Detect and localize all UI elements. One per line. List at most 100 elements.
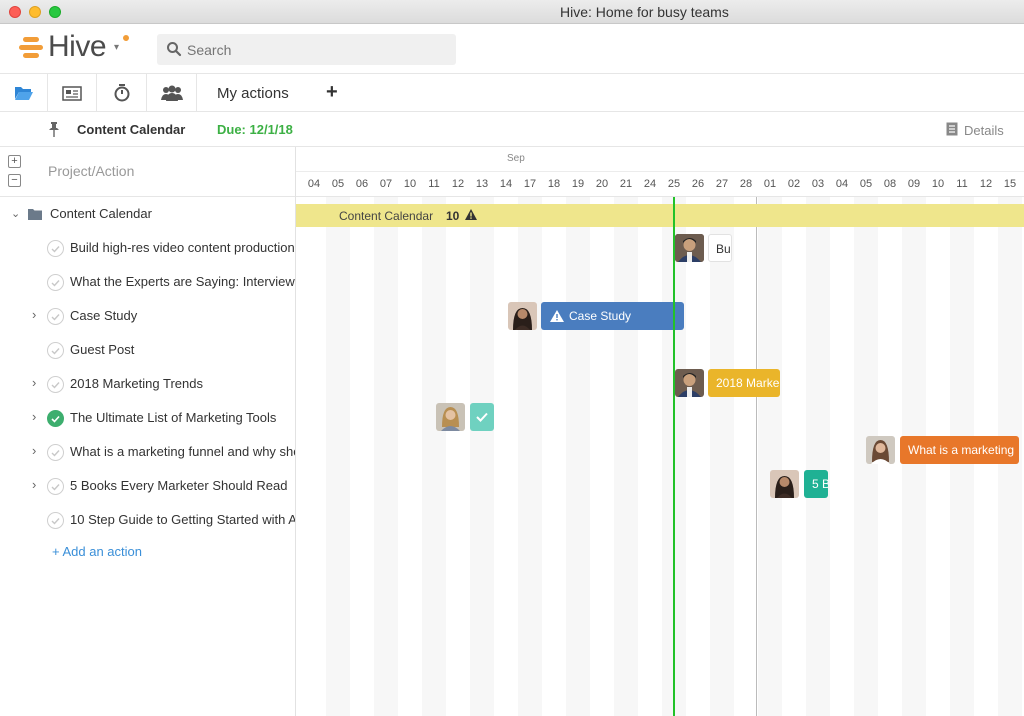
- complete-checkbox[interactable]: [47, 240, 64, 257]
- day-column: [542, 197, 566, 716]
- list-item-label: What the Experts are Saying: Interview: [70, 274, 295, 289]
- pin-icon[interactable]: [48, 122, 60, 137]
- day-column: [734, 197, 758, 716]
- day-label: 26: [691, 178, 705, 190]
- day-column: [398, 197, 422, 716]
- chevron-right-icon[interactable]: ›: [32, 443, 36, 458]
- assignee-avatar[interactable]: [866, 436, 895, 464]
- my-actions-tab[interactable]: My actions: [217, 85, 289, 102]
- assignee-avatar[interactable]: [675, 369, 704, 397]
- column-header-project-action: Project/Action: [48, 163, 135, 179]
- gantt-bar-completed[interactable]: [470, 403, 494, 431]
- chevron-down-icon[interactable]: ⌄: [11, 207, 20, 220]
- notification-dot-icon: [123, 35, 129, 41]
- day-column: [350, 197, 374, 716]
- day-label: 07: [379, 178, 393, 190]
- list-header: + − Project/Action: [0, 147, 295, 197]
- day-column: [326, 197, 350, 716]
- complete-checkbox[interactable]: [47, 512, 64, 529]
- day-column: [518, 197, 542, 716]
- list-item-label: Build high-res video content production: [70, 240, 295, 255]
- hive-logo-icon[interactable]: [19, 37, 43, 59]
- today-marker: [673, 197, 675, 716]
- list-item[interactable]: 10 Step Guide to Getting Started with A: [0, 503, 296, 537]
- list-item[interactable]: Build high-res video content production: [0, 231, 295, 265]
- assignee-avatar[interactable]: [675, 234, 704, 262]
- chevron-right-icon[interactable]: ›: [32, 375, 36, 390]
- projects-view-button[interactable]: [0, 74, 48, 112]
- list-item[interactable]: › Case Study: [0, 299, 295, 333]
- day-label: 04: [835, 178, 849, 190]
- complete-checkbox[interactable]: [47, 342, 64, 359]
- folder-open-icon: [14, 87, 33, 100]
- chevron-right-icon[interactable]: ›: [32, 409, 36, 424]
- gantt-bar-marketing-funnel[interactable]: What is a marketing: [900, 436, 1019, 464]
- gantt-bar[interactable]: Bu: [708, 234, 732, 262]
- minimize-window-button[interactable]: [29, 6, 41, 18]
- timesheet-view-button[interactable]: [97, 74, 147, 112]
- list-item[interactable]: › What is a marketing funnel and why sho: [0, 435, 296, 469]
- day-column: [470, 197, 494, 716]
- collapse-all-button[interactable]: −: [8, 174, 21, 187]
- list-item-label: Case Study: [70, 308, 138, 323]
- chevron-right-icon[interactable]: ›: [32, 477, 36, 492]
- list-item[interactable]: Guest Post: [0, 333, 295, 367]
- day-label: 11: [956, 178, 968, 190]
- day-label: 06: [355, 178, 369, 190]
- search-input[interactable]: [157, 34, 456, 65]
- project-title: Content Calendar: [77, 122, 186, 137]
- add-view-button[interactable]: +: [326, 81, 338, 104]
- gantt-timeline[interactable]: Sep 04 05 06 07 10 11 12 13 14 17 18 19 20 21 24 25 26 27…: [296, 147, 1024, 716]
- day-label: 27: [715, 178, 729, 190]
- list-item[interactable]: What the Experts are Saying: Interview: [0, 265, 295, 299]
- day-label: 17: [523, 178, 537, 190]
- complete-checkbox[interactable]: [47, 376, 64, 393]
- complete-checkbox[interactable]: [47, 274, 64, 291]
- close-window-button[interactable]: [9, 6, 21, 18]
- details-button[interactable]: Details: [964, 123, 1004, 138]
- team-icon: [160, 85, 183, 101]
- maximize-window-button[interactable]: [49, 6, 61, 18]
- day-label: 09: [907, 178, 921, 190]
- project-action-list: + − Project/Action ⌄ Content Calendar Bu…: [0, 147, 296, 716]
- day-label: 24: [643, 178, 657, 190]
- details-icon[interactable]: [946, 122, 958, 136]
- complete-checkbox[interactable]: [47, 308, 64, 325]
- day-column: [566, 197, 590, 716]
- team-view-button[interactable]: [147, 74, 197, 112]
- completed-checkbox[interactable]: [47, 410, 64, 427]
- checkmark-icon: [476, 412, 488, 422]
- day-label: 19: [571, 178, 585, 190]
- folder-icon: [28, 209, 42, 220]
- brand-name[interactable]: Hive: [48, 30, 107, 64]
- news-view-button[interactable]: [48, 74, 97, 112]
- add-action-link[interactable]: + Add an action: [52, 544, 142, 559]
- month-divider: [756, 197, 757, 716]
- project-row-content-calendar[interactable]: ⌄ Content Calendar: [0, 197, 295, 231]
- expand-all-button[interactable]: +: [8, 155, 21, 168]
- chevron-right-icon[interactable]: ›: [32, 307, 36, 322]
- project-header: Content Calendar Due: 12/1/18 Details: [0, 112, 1024, 147]
- gantt-bar-5-books[interactable]: 5 B: [804, 470, 828, 498]
- assignee-avatar[interactable]: [508, 302, 537, 330]
- list-item[interactable]: › 2018 Marketing Trends: [0, 367, 295, 401]
- day-label: 28: [739, 178, 753, 190]
- day-label: 01: [763, 178, 777, 190]
- list-item[interactable]: › 5 Books Every Marketer Should Read: [0, 469, 295, 503]
- gantt-bar-2018-marketing-trends[interactable]: 2018 Marke: [708, 369, 780, 397]
- day-label: 02: [787, 178, 801, 190]
- day-column: [422, 197, 446, 716]
- assignee-avatar[interactable]: [770, 470, 799, 498]
- day-label: 05: [331, 178, 345, 190]
- chevron-down-icon[interactable]: ▾: [114, 42, 119, 53]
- day-column: [590, 197, 614, 716]
- project-band-content-calendar[interactable]: Content Calendar 10: [296, 204, 1024, 227]
- list-item-label: 10 Step Guide to Getting Started with A: [70, 512, 296, 527]
- complete-checkbox[interactable]: [47, 444, 64, 461]
- list-item[interactable]: › The Ultimate List of Marketing Tools: [0, 401, 295, 435]
- top-bar: Hive ▾: [0, 24, 1024, 74]
- complete-checkbox[interactable]: [47, 478, 64, 495]
- day-label: 03: [811, 178, 825, 190]
- list-item-label: What is a marketing funnel and why sho: [70, 444, 296, 459]
- assignee-avatar[interactable]: [436, 403, 465, 431]
